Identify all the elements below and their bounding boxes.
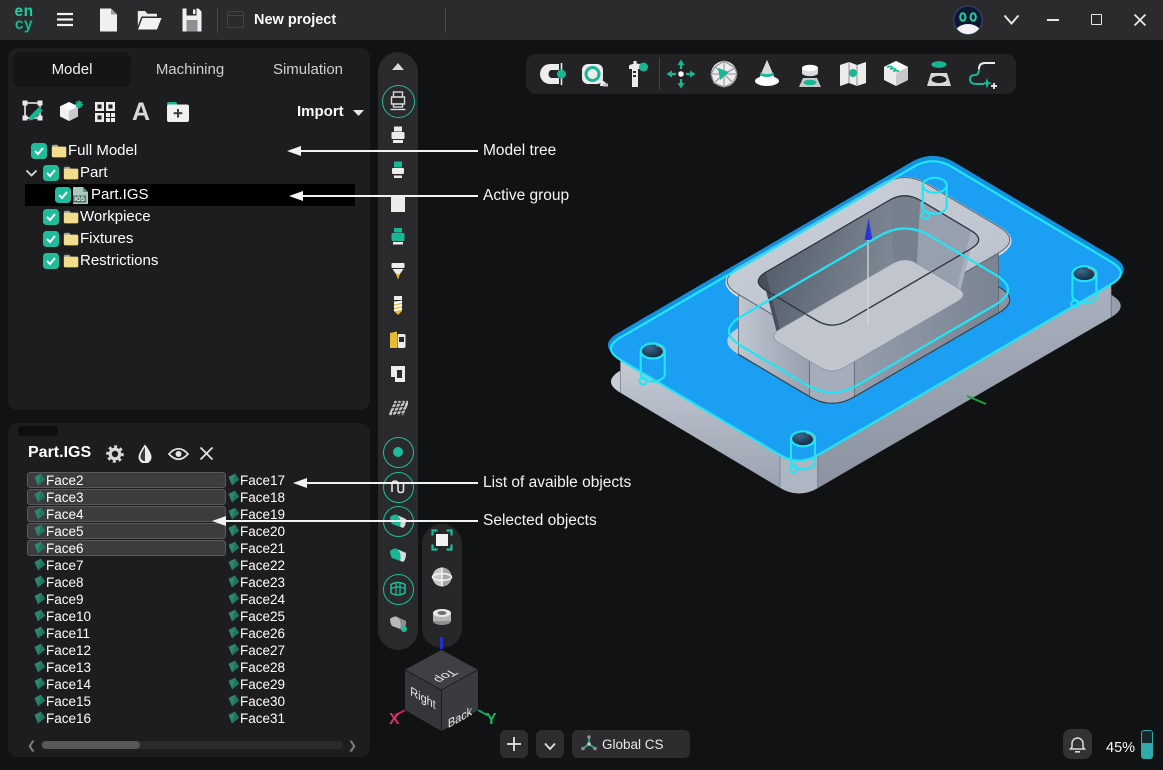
svg-text:X: X [389,711,400,728]
svg-text:IGS: IGS [74,196,85,203]
svg-text:Y: Y [486,711,497,728]
